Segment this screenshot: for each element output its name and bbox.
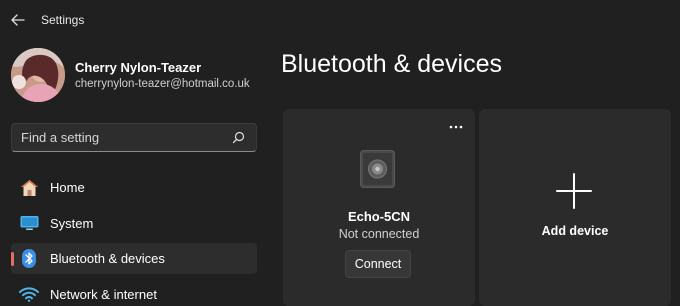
plus-icon	[556, 173, 592, 209]
sidebar-item-label: Network & internet	[50, 286, 157, 302]
sidebar-item-label: Bluetooth & devices	[50, 251, 165, 266]
title-bar: Settings	[0, 0, 680, 40]
sidebar-item-network[interactable]: Network & internet	[11, 279, 257, 306]
speaker-icon	[360, 150, 395, 188]
more-icon	[449, 125, 463, 129]
sidebar-item-label: System	[50, 215, 94, 231]
sidebar-item-label: Home	[50, 180, 85, 195]
settings-window: Settings Cherry Nylon-Teazer cherrynylon…	[0, 0, 680, 306]
search-icon[interactable]	[232, 131, 245, 144]
add-device-card[interactable]: Add device	[479, 109, 671, 306]
bluetooth-icon	[19, 249, 39, 269]
back-button[interactable]	[6, 8, 30, 32]
wifi-icon	[19, 284, 39, 304]
connect-button[interactable]: Connect	[345, 250, 411, 278]
avatar[interactable]	[11, 48, 65, 102]
more-options-button[interactable]	[447, 121, 465, 133]
device-name: Echo-5CN	[347, 209, 411, 224]
app-title: Settings	[41, 13, 85, 27]
profile-name: Cherry Nylon-Teazer	[75, 60, 202, 75]
search-box	[11, 123, 257, 152]
device-card: Echo-5CN Not connected Connect	[283, 109, 475, 306]
add-device-label: Add device	[541, 224, 609, 238]
page-title: Bluetooth & devices	[281, 50, 502, 78]
sidebar-item-system[interactable]: System	[11, 208, 257, 239]
device-status: Not connected	[338, 227, 420, 241]
profile-email: cherrynylon-teazer@hotmail.co.uk	[75, 78, 250, 90]
sidebar-nav: Home System Bluetooth & devices Network …	[11, 172, 257, 306]
sidebar-item-home[interactable]: Home	[11, 172, 257, 203]
home-icon	[19, 178, 39, 198]
search-input[interactable]	[12, 124, 227, 151]
back-arrow-icon	[11, 14, 25, 26]
system-icon	[19, 213, 39, 233]
sidebar-item-bluetooth[interactable]: Bluetooth & devices	[11, 243, 257, 274]
